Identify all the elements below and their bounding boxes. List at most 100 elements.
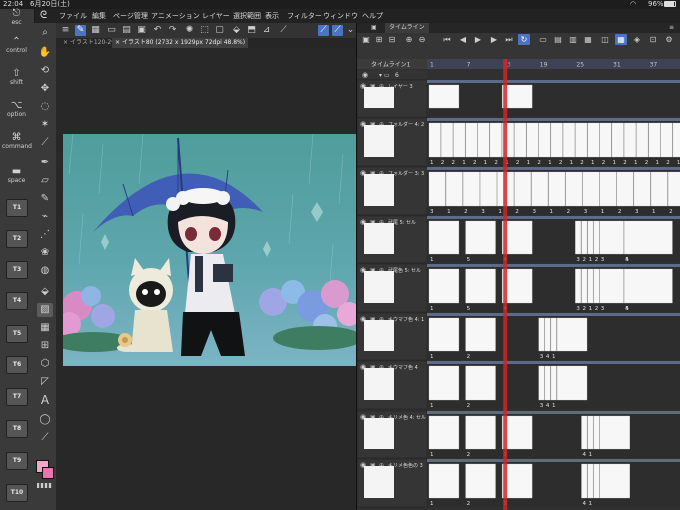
canvas-illustration[interactable] xyxy=(53,133,363,366)
frame-icon[interactable]: ⊞ xyxy=(37,339,53,353)
play-icon[interactable]: ▶ xyxy=(472,34,484,45)
cel[interactable] xyxy=(575,122,588,158)
cel[interactable] xyxy=(465,220,496,255)
cel[interactable] xyxy=(465,463,496,499)
settings-icon[interactable]: ⚙ xyxy=(663,34,675,45)
chevron-down-icon[interactable]: ⌄ xyxy=(345,25,356,36)
menu-layer[interactable]: レイヤー xyxy=(202,9,230,23)
shape-icon[interactable]: ◸ xyxy=(37,375,53,389)
layer-track-8[interactable] xyxy=(427,411,680,458)
cel[interactable] xyxy=(428,84,460,109)
esc-key[interactable]: ⎋ esc xyxy=(2,9,31,27)
cel[interactable] xyxy=(548,171,566,207)
cel[interactable] xyxy=(565,171,583,207)
menu-edit[interactable]: 編集 xyxy=(92,9,106,23)
cel[interactable] xyxy=(582,171,600,207)
cel[interactable] xyxy=(616,171,634,207)
cel[interactable] xyxy=(477,122,490,158)
cel[interactable] xyxy=(550,365,557,401)
cel[interactable] xyxy=(428,463,460,499)
timeline-tracks[interactable]: タイムライン117131925313743◉▾ ▭6◉▣⊕レイヤー 3◉▣⊕フォ… xyxy=(357,59,680,510)
cel[interactable] xyxy=(587,415,594,450)
camera-icon[interactable]: ⊡ xyxy=(647,34,659,45)
frame-ruler[interactable] xyxy=(427,59,680,69)
cel[interactable] xyxy=(514,171,532,207)
specify-cel-icon[interactable]: ▥ xyxy=(567,34,579,45)
lasso-icon[interactable]: ◌ xyxy=(37,100,53,114)
timeline-panel-title[interactable]: タイムライン xyxy=(385,23,429,33)
menu-selection[interactable]: 選択範囲 xyxy=(233,9,261,23)
cel[interactable] xyxy=(465,415,496,450)
cel[interactable] xyxy=(526,122,539,158)
cel[interactable] xyxy=(531,171,549,207)
menu-page[interactable]: ページ管理 xyxy=(113,9,148,23)
cel[interactable] xyxy=(453,122,466,158)
onion-skin-icon[interactable]: ◫ xyxy=(599,34,611,45)
airbrush-icon[interactable]: ⋰ xyxy=(37,228,53,242)
cel[interactable] xyxy=(550,122,563,158)
light-table-icon[interactable]: ▦ xyxy=(615,34,627,45)
cel[interactable] xyxy=(465,317,496,352)
cel[interactable] xyxy=(428,365,460,401)
cel[interactable] xyxy=(550,317,557,352)
cel[interactable] xyxy=(514,122,527,158)
cel[interactable] xyxy=(428,317,460,352)
eraser-icon[interactable]: ▱ xyxy=(37,174,53,188)
cel[interactable] xyxy=(599,122,612,158)
hotkey-t10[interactable]: T10 xyxy=(6,484,28,502)
last-frame-icon[interactable]: ⏭ xyxy=(503,34,515,45)
cel[interactable] xyxy=(465,268,496,304)
cel[interactable] xyxy=(633,171,651,207)
cel[interactable] xyxy=(599,415,630,450)
cel[interactable] xyxy=(667,171,680,207)
cel[interactable] xyxy=(660,122,673,158)
fill-bucket-icon[interactable]: ⬙ xyxy=(231,25,242,36)
cel[interactable] xyxy=(593,415,600,450)
cel[interactable] xyxy=(465,122,478,158)
cel[interactable] xyxy=(575,268,582,304)
decoration-icon[interactable]: ❀ xyxy=(37,246,53,260)
move-icon[interactable]: ✥ xyxy=(37,82,53,96)
gradient-icon[interactable]: ▨ xyxy=(37,303,53,317)
menu-file[interactable]: ファイル xyxy=(59,9,87,23)
shift-key[interactable]: ⇧ shift xyxy=(2,69,31,87)
cel[interactable] xyxy=(581,415,588,450)
cel[interactable] xyxy=(544,365,551,401)
timeline-settings-icon[interactable]: ▣ xyxy=(360,34,372,45)
crop-icon[interactable]: ▢ xyxy=(214,25,225,36)
delete-cel-icon[interactable]: ▦ xyxy=(582,34,594,45)
app-logo-icon[interactable]: ᘓ xyxy=(40,9,47,23)
loop-icon[interactable]: ↻ xyxy=(518,34,530,45)
cel[interactable] xyxy=(556,365,588,401)
hotkey-t2[interactable]: T2 xyxy=(6,230,28,248)
hotkey-t5[interactable]: T5 xyxy=(6,325,28,343)
tab-illust-80[interactable]: × イラスト80 (2732 x 1929px 72dpi 48.8%) xyxy=(112,38,249,48)
cel[interactable] xyxy=(556,317,588,352)
cel[interactable] xyxy=(624,122,636,158)
sub-color-swatch[interactable] xyxy=(42,467,54,479)
cel[interactable] xyxy=(624,220,673,255)
pen-mode-icon[interactable]: ✎ xyxy=(75,25,86,36)
keyframe-icon[interactable]: ◈ xyxy=(631,34,643,45)
figure-icon[interactable]: ▦ xyxy=(37,321,53,335)
layer-track-9[interactable] xyxy=(427,459,680,507)
option-key[interactable]: ⌥ option xyxy=(2,101,31,119)
cel[interactable] xyxy=(587,122,600,158)
hotkey-t6[interactable]: T6 xyxy=(6,356,28,374)
correction-icon[interactable]: ⟋ xyxy=(37,431,53,445)
cel[interactable] xyxy=(599,171,617,207)
hotkey-t9[interactable]: T9 xyxy=(6,452,28,470)
cel[interactable] xyxy=(624,268,673,304)
open-icon[interactable]: ▤ xyxy=(121,25,132,36)
cel[interactable] xyxy=(599,220,624,255)
control-key[interactable]: ⌃ control xyxy=(2,37,31,55)
text-icon[interactable]: A xyxy=(37,393,53,407)
hotkey-t4[interactable]: T4 xyxy=(6,292,28,310)
eye-icon[interactable]: ◉ xyxy=(362,71,368,79)
cel[interactable] xyxy=(648,122,661,158)
brush-icon[interactable]: ⌁ xyxy=(37,210,53,224)
first-frame-icon[interactable]: ⏮ xyxy=(441,34,453,45)
new-cel-icon[interactable]: ▭ xyxy=(537,34,549,45)
cel[interactable] xyxy=(563,122,575,158)
ruler-icon[interactable]: ⬡ xyxy=(37,357,53,371)
